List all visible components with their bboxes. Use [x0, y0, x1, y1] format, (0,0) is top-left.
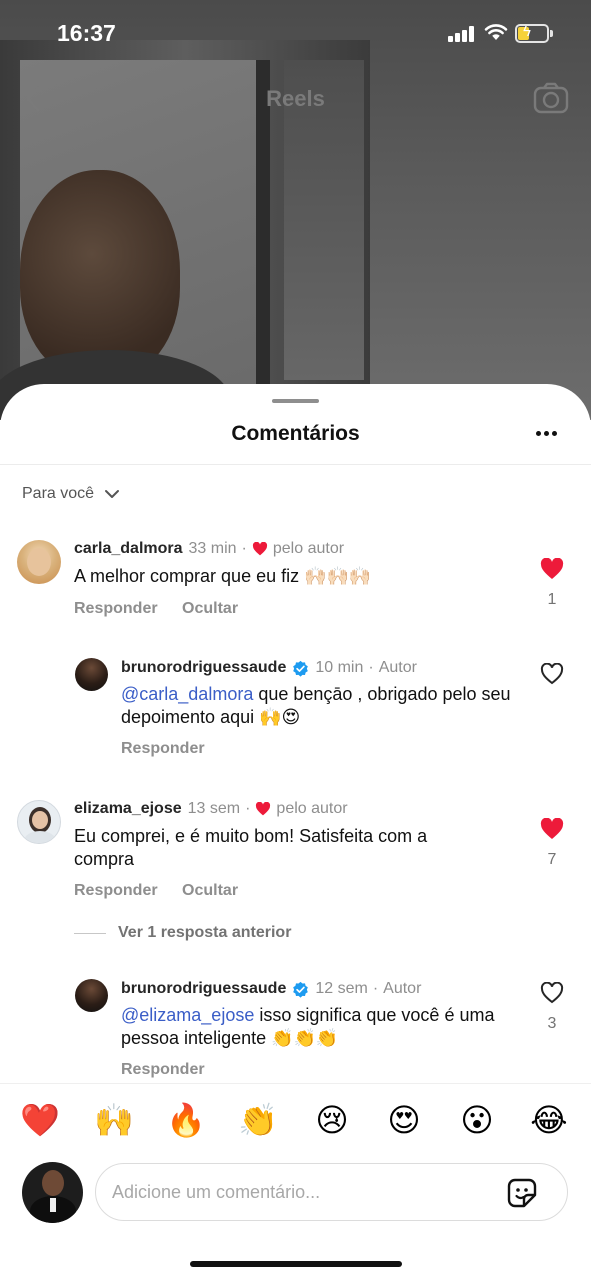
emoji-heart-button[interactable]: ❤️	[20, 1102, 60, 1138]
status-time: 16:37	[57, 20, 116, 46]
comment-time: 12 sem	[315, 980, 368, 997]
like-button[interactable]: 3	[535, 981, 569, 1033]
avatar[interactable]	[17, 540, 61, 584]
verified-badge-icon	[293, 981, 309, 998]
page-title: Reels	[266, 86, 325, 111]
heart-icon	[252, 542, 267, 556]
reply-button[interactable]: Responder	[74, 882, 158, 899]
sticker-icon[interactable]	[506, 1177, 538, 1209]
emoji-clap-button[interactable]: 👏	[238, 1102, 278, 1138]
wifi-icon	[484, 24, 508, 40]
cellular-signal-icon	[448, 26, 476, 42]
comment-time: 33 min	[188, 540, 237, 557]
comment-text: A melhor comprar que eu fiz 🙌🏻🙌🏻🙌🏻	[74, 566, 372, 586]
liked-by-author-label: pelo autor	[272, 540, 345, 557]
comment-input-container	[95, 1163, 568, 1221]
comment-filter-dropdown[interactable]: Para você	[22, 482, 120, 506]
emoji-laughing-button[interactable]: 😂	[529, 1102, 569, 1138]
emoji-heart-eyes-button[interactable]: 😍	[384, 1102, 424, 1138]
comment-username[interactable]: carla_dalmora	[74, 540, 183, 558]
hide-button[interactable]: Ocultar	[182, 882, 238, 899]
my-avatar	[22, 1162, 83, 1223]
comment-header: brunorodriguessaude 12 sem · Autor	[121, 980, 422, 998]
home-indicator	[190, 1261, 402, 1267]
liked-by-author-label: pelo autor	[276, 800, 348, 817]
comment-header: brunorodriguessaude 10 min · Autor	[121, 659, 417, 677]
like-button[interactable]	[535, 662, 569, 690]
comment-time: 13 sem	[187, 800, 241, 817]
heart-filled-icon	[540, 817, 564, 839]
comment-time: 10 min	[315, 659, 364, 676]
status-bar: 16:37 ϟ	[0, 0, 591, 66]
comment-header: elizama_ejose 13 sem · pelo autor	[74, 800, 348, 818]
emoji-raised-hands-button[interactable]: 🙌	[94, 1102, 134, 1138]
sheet-grabber[interactable]	[272, 399, 319, 403]
filter-label: Para você	[22, 485, 95, 502]
avatar[interactable]	[17, 800, 61, 844]
chevron-down-icon	[105, 490, 120, 498]
battery-icon: ϟ	[515, 23, 553, 43]
comment-text: Eu comprei, e é muito bom! Satisfeita co…	[74, 826, 428, 869]
video-person	[20, 170, 180, 380]
reply-button[interactable]: Responder	[121, 1061, 205, 1078]
heart-icon	[256, 802, 271, 816]
author-badge: Autor	[383, 980, 422, 997]
comment-header: carla_dalmora 33 min · pelo autor	[74, 540, 345, 558]
reply-button[interactable]: Responder	[74, 600, 158, 617]
comment-username[interactable]: brunorodriguessaude	[121, 980, 286, 998]
sheet-title: Comentários	[231, 422, 360, 445]
emoji-reaction-bar: ❤️ 🙌 🔥 👏 😢 😍 😮 😂	[0, 1083, 591, 1155]
comment-composer	[0, 1155, 591, 1235]
comment-text: @elizama_ejose isso significa que você é…	[121, 1004, 521, 1050]
emoji-crying-button[interactable]: 😢	[312, 1102, 352, 1138]
like-count: 1	[547, 591, 557, 608]
reels-header: Reels	[0, 80, 591, 120]
like-count: 7	[547, 851, 557, 868]
comment-username[interactable]: elizama_ejose	[74, 800, 182, 818]
comment-username[interactable]: brunorodriguessaude	[121, 659, 286, 677]
emoji-surprised-button[interactable]: 😮	[457, 1102, 497, 1138]
view-more-replies-button[interactable]: Ver 1 resposta anterior	[74, 921, 291, 945]
verified-badge-icon	[293, 660, 309, 677]
comment-input[interactable]	[112, 1178, 492, 1206]
avatar[interactable]	[75, 658, 108, 691]
heart-filled-icon	[540, 557, 564, 579]
camera-icon[interactable]	[532, 82, 570, 116]
hide-button[interactable]: Ocultar	[182, 600, 238, 617]
comment-text: @carla_dalmora que bençāo , obrigado pel…	[121, 683, 521, 729]
avatar[interactable]	[75, 979, 108, 1012]
author-badge: Autor	[378, 659, 417, 676]
reply-button[interactable]: Responder	[121, 740, 205, 757]
heart-outline-icon	[540, 662, 564, 685]
heart-outline-icon	[540, 981, 564, 1004]
mention-link[interactable]: @elizama_ejose	[121, 1005, 254, 1025]
emoji-fire-button[interactable]: 🔥	[166, 1102, 206, 1138]
like-count: 3	[547, 1015, 557, 1032]
view-more-replies-label: Ver 1 resposta anterior	[118, 924, 292, 941]
like-button[interactable]: 1	[535, 557, 569, 609]
mention-link[interactable]: @carla_dalmora	[121, 684, 253, 704]
like-button[interactable]: 7	[535, 817, 569, 869]
more-options-icon[interactable]	[532, 424, 562, 444]
divider	[0, 464, 591, 465]
